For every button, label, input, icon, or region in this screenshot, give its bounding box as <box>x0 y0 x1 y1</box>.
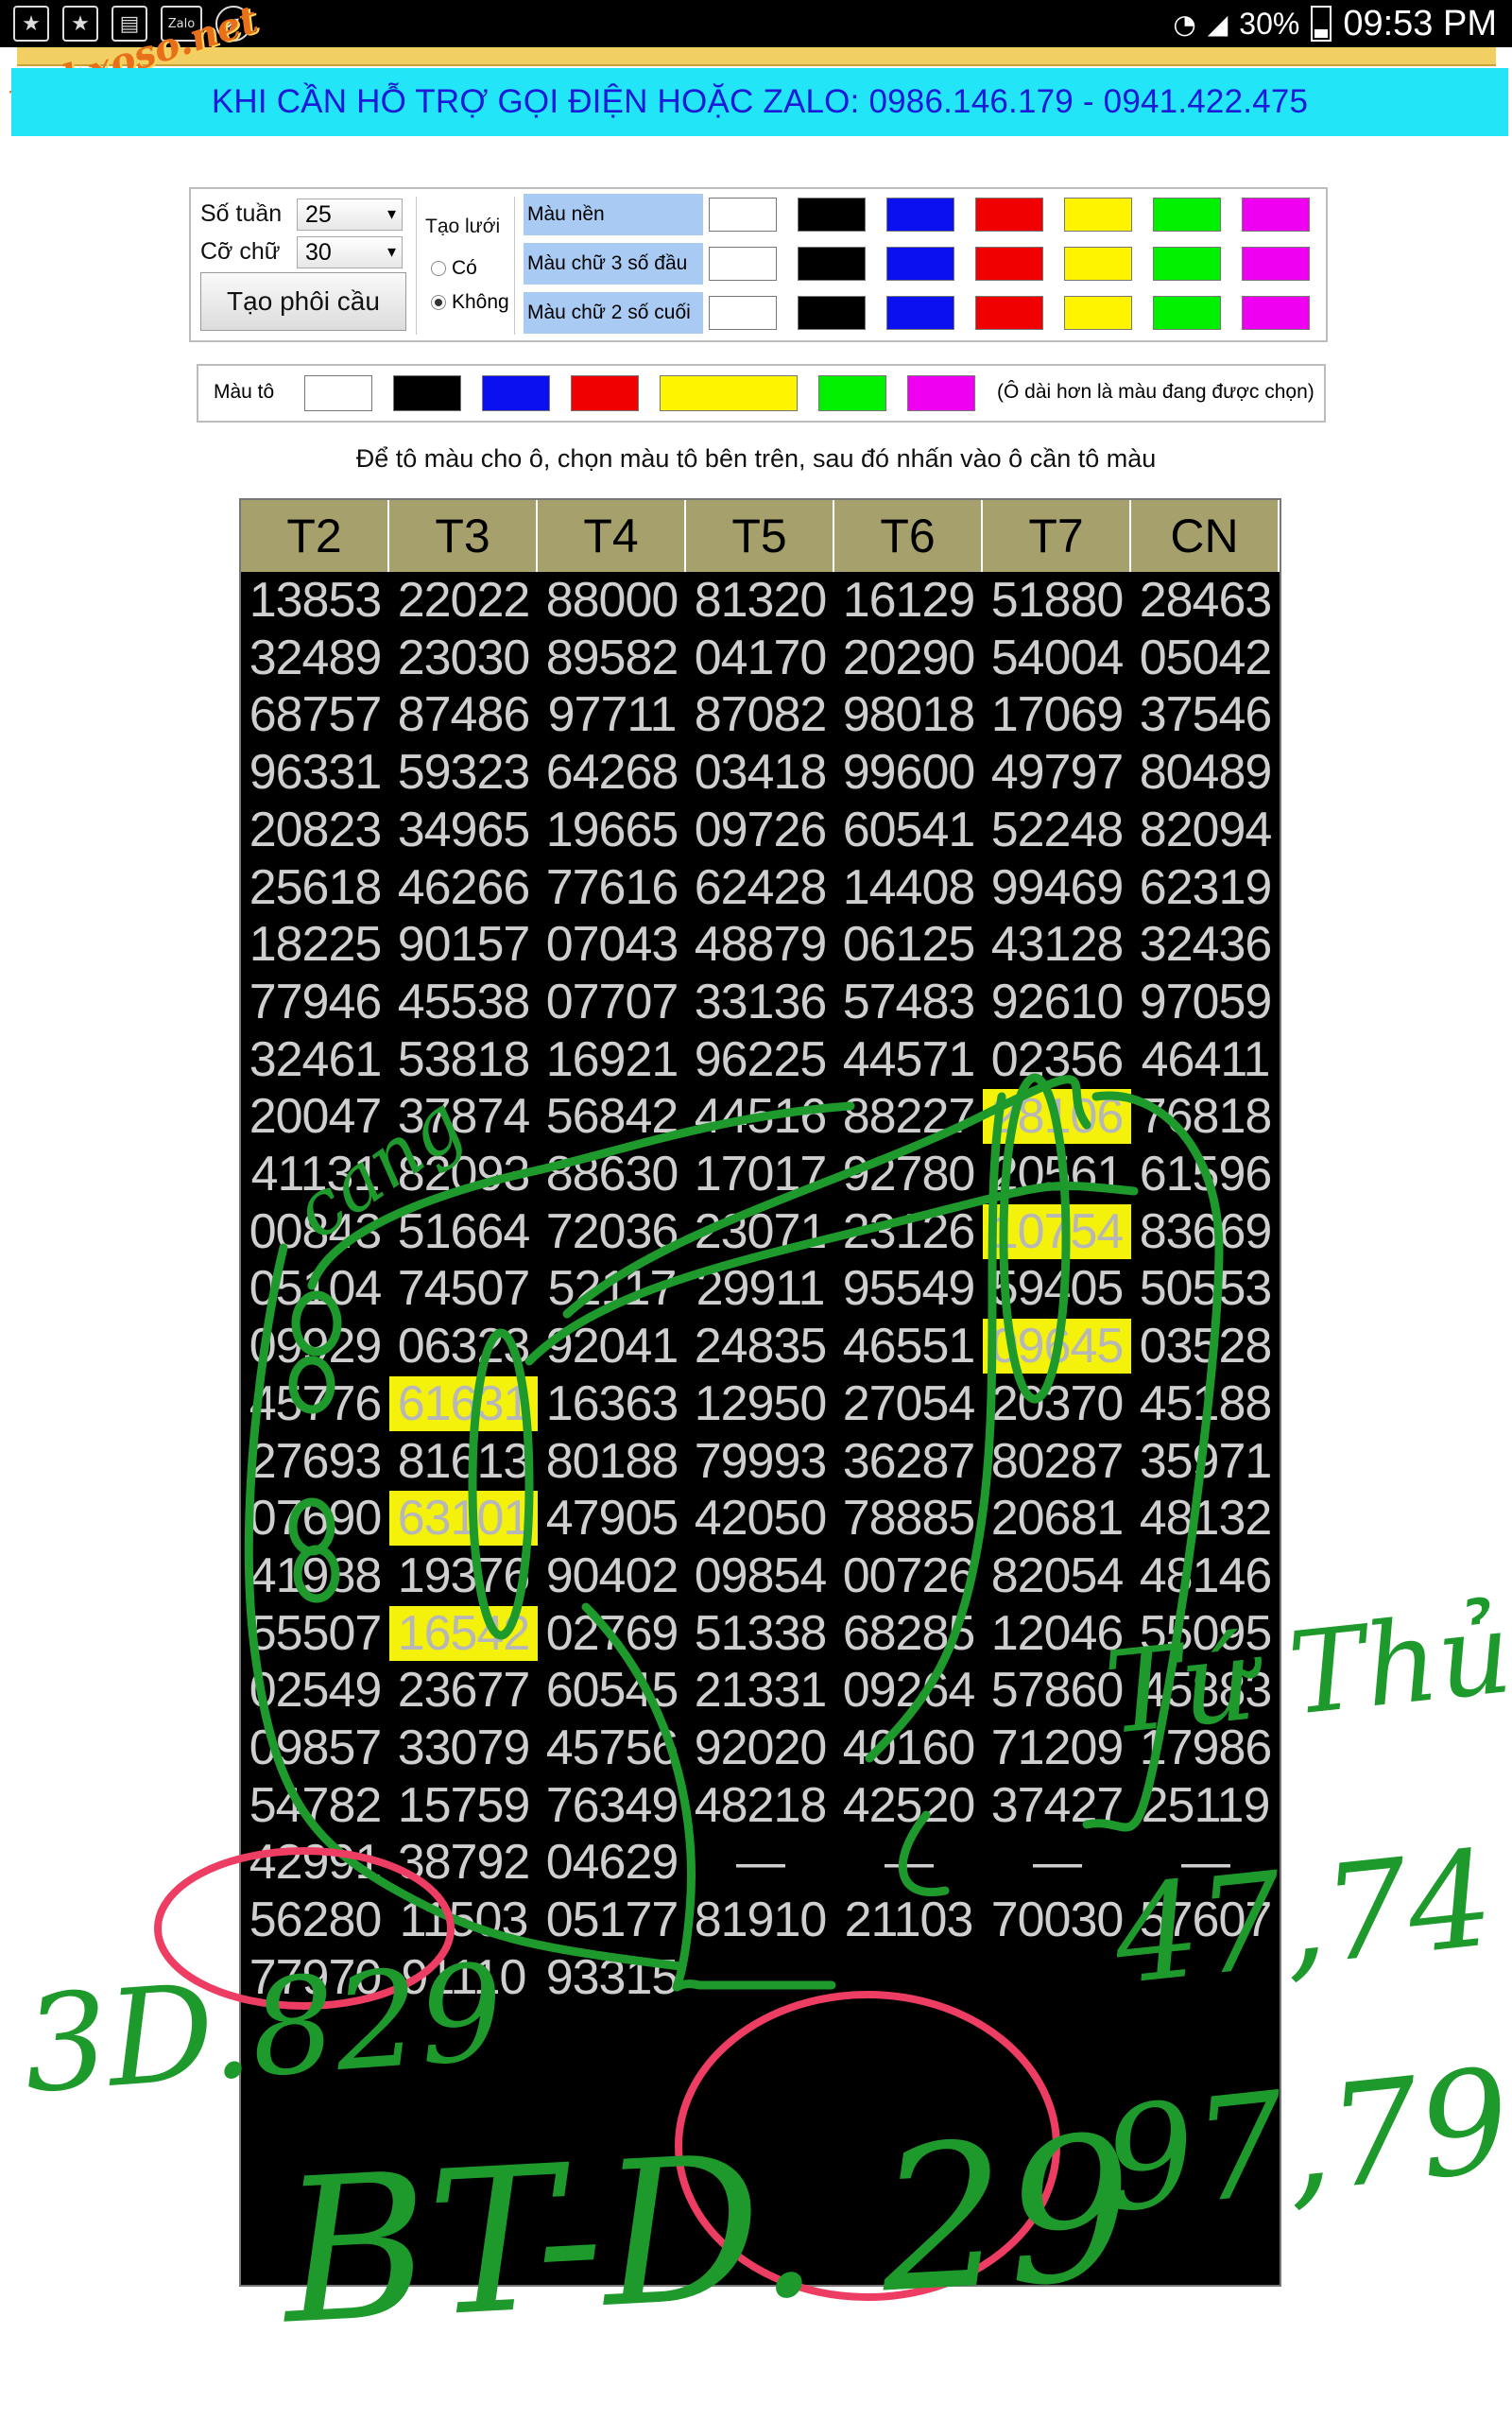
annotation-pair-1: 47,74 <box>1107 1822 1501 2014</box>
annotation-3d: 3D.829 <box>19 1936 508 2123</box>
annotation-circle <box>999 1073 1071 1404</box>
annotation-circle <box>291 1290 342 1357</box>
handwritten-annotations: cang Tứ Thủ 47,74 97,79 3D.829 BT-D. 29 <box>19 1073 1512 2369</box>
annotation-cang: cang <box>278 1079 479 1256</box>
annotation-circle <box>288 1497 335 1556</box>
annotation-tu-thu: Tứ Thủ <box>1099 1587 1512 1760</box>
annotation-circle <box>288 1356 335 1414</box>
annotation-stroke <box>865 1092 1006 1763</box>
annotation-bt-d: BT-D. 29 <box>273 2093 1138 2369</box>
annotation-stroke <box>898 1810 950 1896</box>
annotation-circle <box>468 1328 534 1640</box>
annotation-stroke <box>581 1602 836 1992</box>
annotation-pair-2: 97,79 <box>1097 2038 1512 2244</box>
annotation-circle <box>293 1545 340 1603</box>
